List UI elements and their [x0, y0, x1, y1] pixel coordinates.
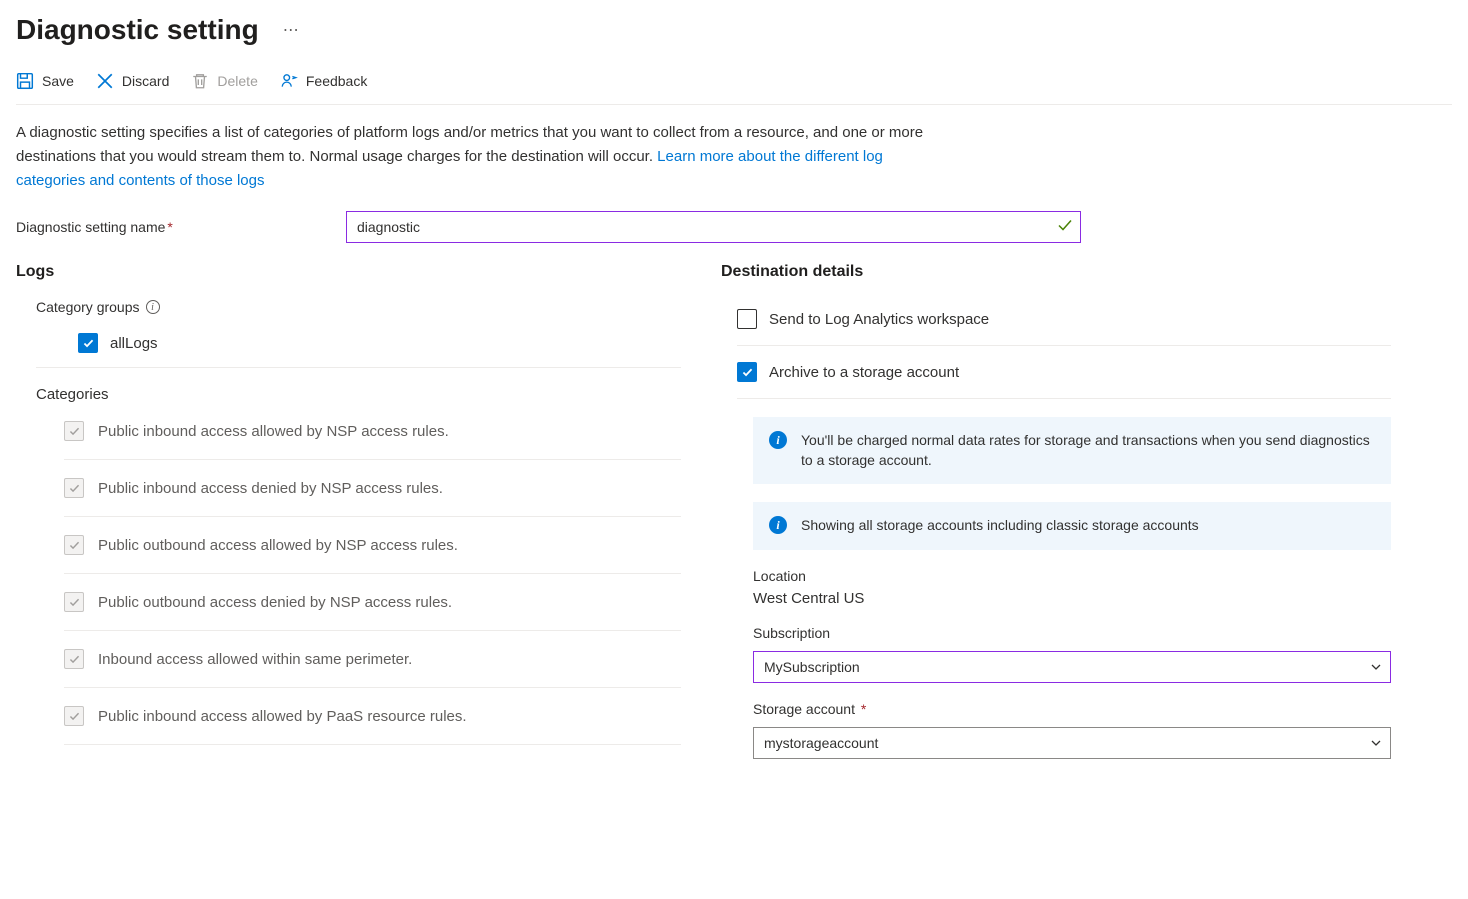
storage-account-field: Storage account * mystorageaccount — [753, 683, 1391, 759]
description: A diagnostic setting specifies a list of… — [16, 105, 956, 201]
storage-account-dropdown[interactable]: mystorageaccount — [753, 727, 1391, 759]
name-field-row: Diagnostic setting name* — [16, 201, 1452, 263]
archive-storage-row: Archive to a storage account — [737, 346, 1391, 399]
category-checkbox — [64, 421, 84, 441]
info-icon: i — [769, 516, 787, 534]
feedback-label: Feedback — [306, 73, 367, 89]
location-label: Location — [753, 568, 1391, 590]
chevron-down-icon — [1370, 737, 1382, 749]
location-value: West Central US — [753, 590, 1391, 607]
archive-storage-label: Archive to a storage account — [769, 364, 959, 381]
storage-label-text: Storage account — [753, 701, 855, 717]
storage-account-label: Storage account * — [753, 701, 1391, 723]
category-row: Public outbound access denied by NSP acc… — [64, 574, 681, 631]
category-row: Public inbound access allowed by NSP acc… — [64, 403, 681, 460]
category-label: Public inbound access allowed by PaaS re… — [98, 708, 467, 725]
required-asterisk: * — [857, 701, 866, 717]
more-icon[interactable]: ⋯ — [283, 20, 299, 40]
category-label: Public outbound access denied by NSP acc… — [98, 594, 452, 611]
delete-label: Delete — [217, 73, 257, 89]
category-label: Public inbound access allowed by NSP acc… — [98, 423, 449, 440]
discard-label: Discard — [122, 73, 169, 89]
category-checkbox — [64, 478, 84, 498]
destination-heading: Destination details — [721, 263, 1391, 293]
validation-check-icon — [1057, 218, 1073, 237]
subscription-dropdown[interactable]: MySubscription — [753, 651, 1391, 683]
category-row: Public outbound access allowed by NSP ac… — [64, 517, 681, 574]
categories-heading: Categories — [16, 368, 681, 403]
banner-text: Showing all storage accounts including c… — [801, 516, 1199, 536]
delete-button: Delete — [191, 72, 257, 90]
category-checkbox — [64, 706, 84, 726]
banner-text: You'll be charged normal data rates for … — [801, 431, 1375, 470]
name-input-wrap — [346, 211, 1081, 243]
category-row: Public inbound access allowed by PaaS re… — [64, 688, 681, 745]
trash-icon — [191, 72, 209, 90]
category-row: Public inbound access denied by NSP acce… — [64, 460, 681, 517]
discard-button[interactable]: Discard — [96, 72, 169, 90]
send-log-analytics-row: Send to Log Analytics workspace — [737, 293, 1391, 346]
subscription-label: Subscription — [753, 625, 1391, 647]
category-label: Public outbound access allowed by NSP ac… — [98, 537, 458, 554]
destination-section: Destination details Send to Log Analytic… — [721, 263, 1391, 759]
name-label-text: Diagnostic setting name — [16, 219, 165, 235]
all-logs-checkbox[interactable] — [78, 333, 98, 353]
logs-section: Logs Category groups i allLogs Categorie… — [16, 263, 681, 759]
all-logs-label: allLogs — [110, 335, 158, 352]
info-icon: i — [769, 431, 787, 449]
subscription-value: MySubscription — [764, 659, 860, 675]
category-groups-heading: Category groups i — [36, 293, 681, 325]
category-label: Public inbound access denied by NSP acce… — [98, 480, 443, 497]
chevron-down-icon — [1370, 661, 1382, 673]
toolbar: Save Discard Delete Feedback — [16, 54, 1452, 105]
category-checkbox — [64, 649, 84, 669]
save-icon — [16, 72, 34, 90]
subscription-field: Subscription MySubscription — [753, 607, 1391, 683]
logs-heading: Logs — [16, 263, 681, 293]
save-button[interactable]: Save — [16, 72, 74, 90]
storage-accounts-banner: i Showing all storage accounts including… — [753, 502, 1391, 550]
save-label: Save — [42, 73, 74, 89]
storage-charge-banner: i You'll be charged normal data rates fo… — [753, 417, 1391, 484]
feedback-button[interactable]: Feedback — [280, 72, 367, 90]
location-field: Location West Central US — [753, 550, 1391, 607]
category-groups-label: Category groups — [36, 299, 140, 315]
log-analytics-label: Send to Log Analytics workspace — [769, 311, 989, 328]
required-asterisk: * — [167, 219, 172, 235]
info-icon[interactable]: i — [146, 300, 160, 314]
log-analytics-checkbox[interactable] — [737, 309, 757, 329]
diagnostic-name-input[interactable] — [346, 211, 1081, 243]
feedback-icon — [280, 72, 298, 90]
name-field-label: Diagnostic setting name* — [16, 219, 346, 235]
category-checkbox — [64, 535, 84, 555]
category-row: Inbound access allowed within same perim… — [64, 631, 681, 688]
page-header: Diagnostic setting ⋯ — [16, 0, 1452, 54]
all-logs-row: allLogs — [36, 325, 681, 361]
archive-storage-checkbox[interactable] — [737, 362, 757, 382]
storage-account-value: mystorageaccount — [764, 735, 878, 751]
category-checkbox — [64, 592, 84, 612]
category-label: Inbound access allowed within same perim… — [98, 651, 412, 668]
close-icon — [96, 72, 114, 90]
page-title: Diagnostic setting — [16, 14, 259, 46]
